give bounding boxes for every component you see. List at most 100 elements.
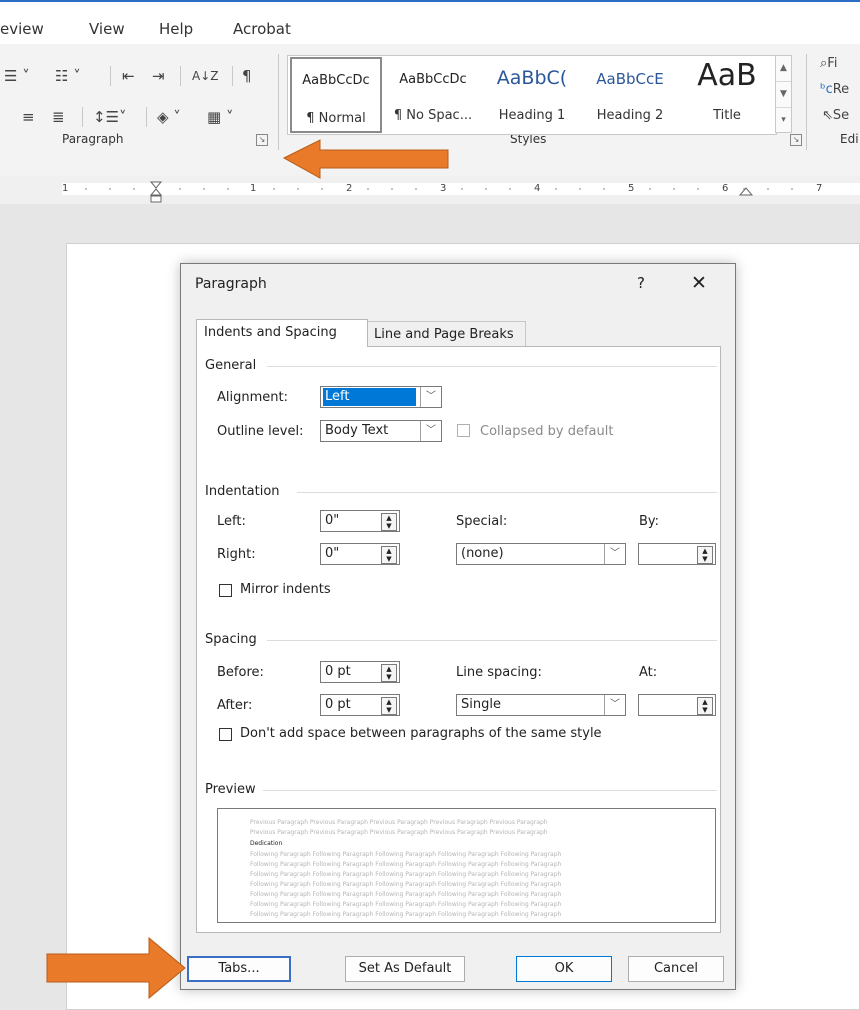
ribbon-tab-bar: eview View Help Acrobat bbox=[0, 0, 860, 44]
spinner-icon[interactable]: ▲ ▼ bbox=[381, 513, 397, 531]
decrease-indent-icon[interactable]: ⇤ bbox=[122, 66, 135, 86]
mirror-indents-checkbox[interactable] bbox=[219, 584, 232, 597]
cancel-button[interactable]: Cancel bbox=[628, 956, 724, 982]
dont-add-space-checkbox[interactable] bbox=[219, 728, 232, 741]
help-icon[interactable]: ? bbox=[637, 274, 645, 292]
right-indent-input[interactable]: 0" ▲ ▼ bbox=[320, 543, 400, 565]
ribbon-separator bbox=[82, 107, 83, 127]
outline-level-label: Outline level: bbox=[217, 424, 304, 439]
set-as-default-button[interactable]: Set As Default bbox=[345, 956, 465, 982]
ribbon-separator bbox=[180, 66, 181, 86]
collapsed-by-default-checkbox[interactable] bbox=[457, 424, 470, 437]
close-icon[interactable]: ✕ bbox=[691, 272, 707, 294]
ribbon-separator bbox=[110, 66, 111, 86]
shading-icon[interactable]: ◈ ˅ bbox=[157, 107, 181, 127]
style-name: Heading 2 bbox=[596, 108, 664, 123]
sort-icon[interactable]: A↓Z bbox=[192, 66, 218, 86]
find-label: Fi bbox=[827, 56, 838, 71]
align-right-icon[interactable]: ≡ bbox=[22, 107, 35, 127]
replace-button[interactable]: ᵇcRe bbox=[820, 80, 849, 100]
style-sample: AaBbCcDc bbox=[399, 72, 467, 87]
group-label-paragraph: Paragraph bbox=[62, 132, 124, 146]
annotation-arrow-left-icon bbox=[282, 139, 449, 179]
multilevel-list-icon[interactable]: ☰ ˅ bbox=[4, 66, 30, 86]
style-name: Heading 1 bbox=[498, 108, 566, 123]
preview-line: Following Paragraph Following Paragraph … bbox=[250, 871, 562, 878]
chevron-down-icon: ﹀ bbox=[420, 387, 441, 407]
tab-view[interactable]: View bbox=[89, 20, 125, 38]
spacing-after-value: 0 pt bbox=[325, 697, 351, 712]
right-indent-label: Right: bbox=[217, 547, 256, 562]
tab-review[interactable]: eview bbox=[0, 20, 44, 38]
style-sample: AaBbC( bbox=[496, 67, 568, 89]
indent-marker-icon[interactable] bbox=[149, 181, 163, 203]
styles-dialog-launcher-icon[interactable]: ↘ bbox=[790, 134, 802, 146]
spinner-icon[interactable]: ▲ ▼ bbox=[697, 546, 713, 564]
preview-line: Following Paragraph Following Paragraph … bbox=[250, 911, 562, 918]
tabs-button[interactable]: Tabs... bbox=[187, 956, 291, 982]
ribbon-separator bbox=[146, 107, 147, 127]
tab-indents-and-spacing[interactable]: Indents and Spacing bbox=[196, 319, 368, 347]
style-normal[interactable]: AaBbCcDc ¶ Normal bbox=[290, 57, 382, 133]
select-button[interactable]: ⇖Se bbox=[822, 106, 849, 126]
style-name: ¶ Normal bbox=[306, 111, 366, 126]
right-indent-marker-icon[interactable] bbox=[738, 187, 754, 196]
increase-indent-icon[interactable]: ⇥ bbox=[152, 66, 165, 86]
chevron-down-icon: ﹀ bbox=[420, 421, 441, 441]
preview-line: Following Paragraph Following Paragraph … bbox=[250, 881, 562, 888]
style-no-spacing[interactable]: AaBbCcDc ¶ No Spac... bbox=[386, 56, 480, 132]
style-heading-1[interactable]: AaBbC( Heading 1 bbox=[484, 56, 580, 132]
section-general: General bbox=[205, 358, 257, 373]
at-input[interactable]: ▲ ▼ bbox=[638, 694, 716, 716]
tab-help[interactable]: Help bbox=[159, 20, 193, 38]
left-indent-input[interactable]: 0" ▲ ▼ bbox=[320, 510, 400, 532]
annotation-arrow-right-icon bbox=[46, 936, 186, 1000]
preview-line: Previous Paragraph Previous Paragraph Pr… bbox=[250, 819, 548, 826]
alignment-select[interactable]: Left ﹀ bbox=[320, 386, 442, 408]
spinner-icon[interactable]: ▲ ▼ bbox=[381, 664, 397, 682]
left-indent-label: Left: bbox=[217, 514, 246, 529]
after-label: After: bbox=[217, 698, 253, 713]
by-input[interactable]: ▲ ▼ bbox=[638, 543, 716, 565]
line-spacing-value: Single bbox=[461, 697, 501, 712]
borders-icon[interactable]: ▦ ˅ bbox=[207, 107, 233, 127]
line-spacing-icon[interactable]: ↕☰˅ bbox=[93, 107, 127, 127]
spinner-icon[interactable]: ▲ ▼ bbox=[697, 697, 713, 715]
justify-icon[interactable]: ≣ bbox=[52, 107, 65, 127]
tab-line-and-page-breaks[interactable]: Line and Page Breaks bbox=[366, 321, 526, 347]
decrease-list-icon[interactable]: ☷ ˅ bbox=[55, 66, 81, 86]
section-preview: Preview bbox=[205, 782, 256, 797]
section-divider bbox=[267, 366, 717, 367]
styles-gallery-scroll[interactable]: ▲ ▼ ▾ bbox=[775, 55, 792, 133]
style-title[interactable]: AaB Title bbox=[680, 56, 774, 132]
gallery-more-icon[interactable]: ▾ bbox=[776, 108, 791, 133]
special-select[interactable]: (none) ﹀ bbox=[456, 543, 626, 565]
group-separator bbox=[806, 54, 807, 150]
spinner-icon[interactable]: ▲ ▼ bbox=[381, 697, 397, 715]
style-heading-2[interactable]: AaBbCcE Heading 2 bbox=[582, 56, 678, 132]
line-spacing-select[interactable]: Single ﹀ bbox=[456, 694, 626, 716]
find-button[interactable]: ⌕Fi bbox=[820, 54, 837, 74]
by-label: By: bbox=[639, 514, 660, 529]
mirror-indents-label: Mirror indents bbox=[240, 582, 331, 597]
tab-acrobat[interactable]: Acrobat bbox=[233, 20, 291, 38]
paragraph-dialog-launcher-icon[interactable]: ↘ bbox=[256, 134, 268, 146]
style-sample: AaBbCcE bbox=[596, 70, 664, 88]
select-label: Se bbox=[832, 108, 850, 123]
style-name: Title bbox=[713, 108, 741, 123]
outline-level-select[interactable]: Body Text ﹀ bbox=[320, 420, 442, 442]
style-sample: AaBbCcDc bbox=[302, 73, 370, 88]
preview-line: Following Paragraph Following Paragraph … bbox=[250, 851, 562, 858]
special-value: (none) bbox=[461, 546, 504, 561]
collapsed-by-default-label: Collapsed by default bbox=[480, 424, 614, 439]
spacing-before-value: 0 pt bbox=[325, 664, 351, 679]
spacing-after-input[interactable]: 0 pt ▲ ▼ bbox=[320, 694, 400, 716]
scroll-up-icon[interactable]: ▲ bbox=[776, 56, 791, 82]
spacing-before-input[interactable]: 0 pt ▲ ▼ bbox=[320, 661, 400, 683]
show-formatting-icon[interactable]: ¶ bbox=[242, 66, 252, 86]
scroll-down-icon[interactable]: ▼ bbox=[776, 82, 791, 108]
spinner-icon[interactable]: ▲ ▼ bbox=[381, 546, 397, 564]
group-label-editing: Edi bbox=[840, 132, 859, 146]
alignment-value: Left bbox=[323, 388, 416, 406]
ok-button[interactable]: OK bbox=[516, 956, 612, 982]
